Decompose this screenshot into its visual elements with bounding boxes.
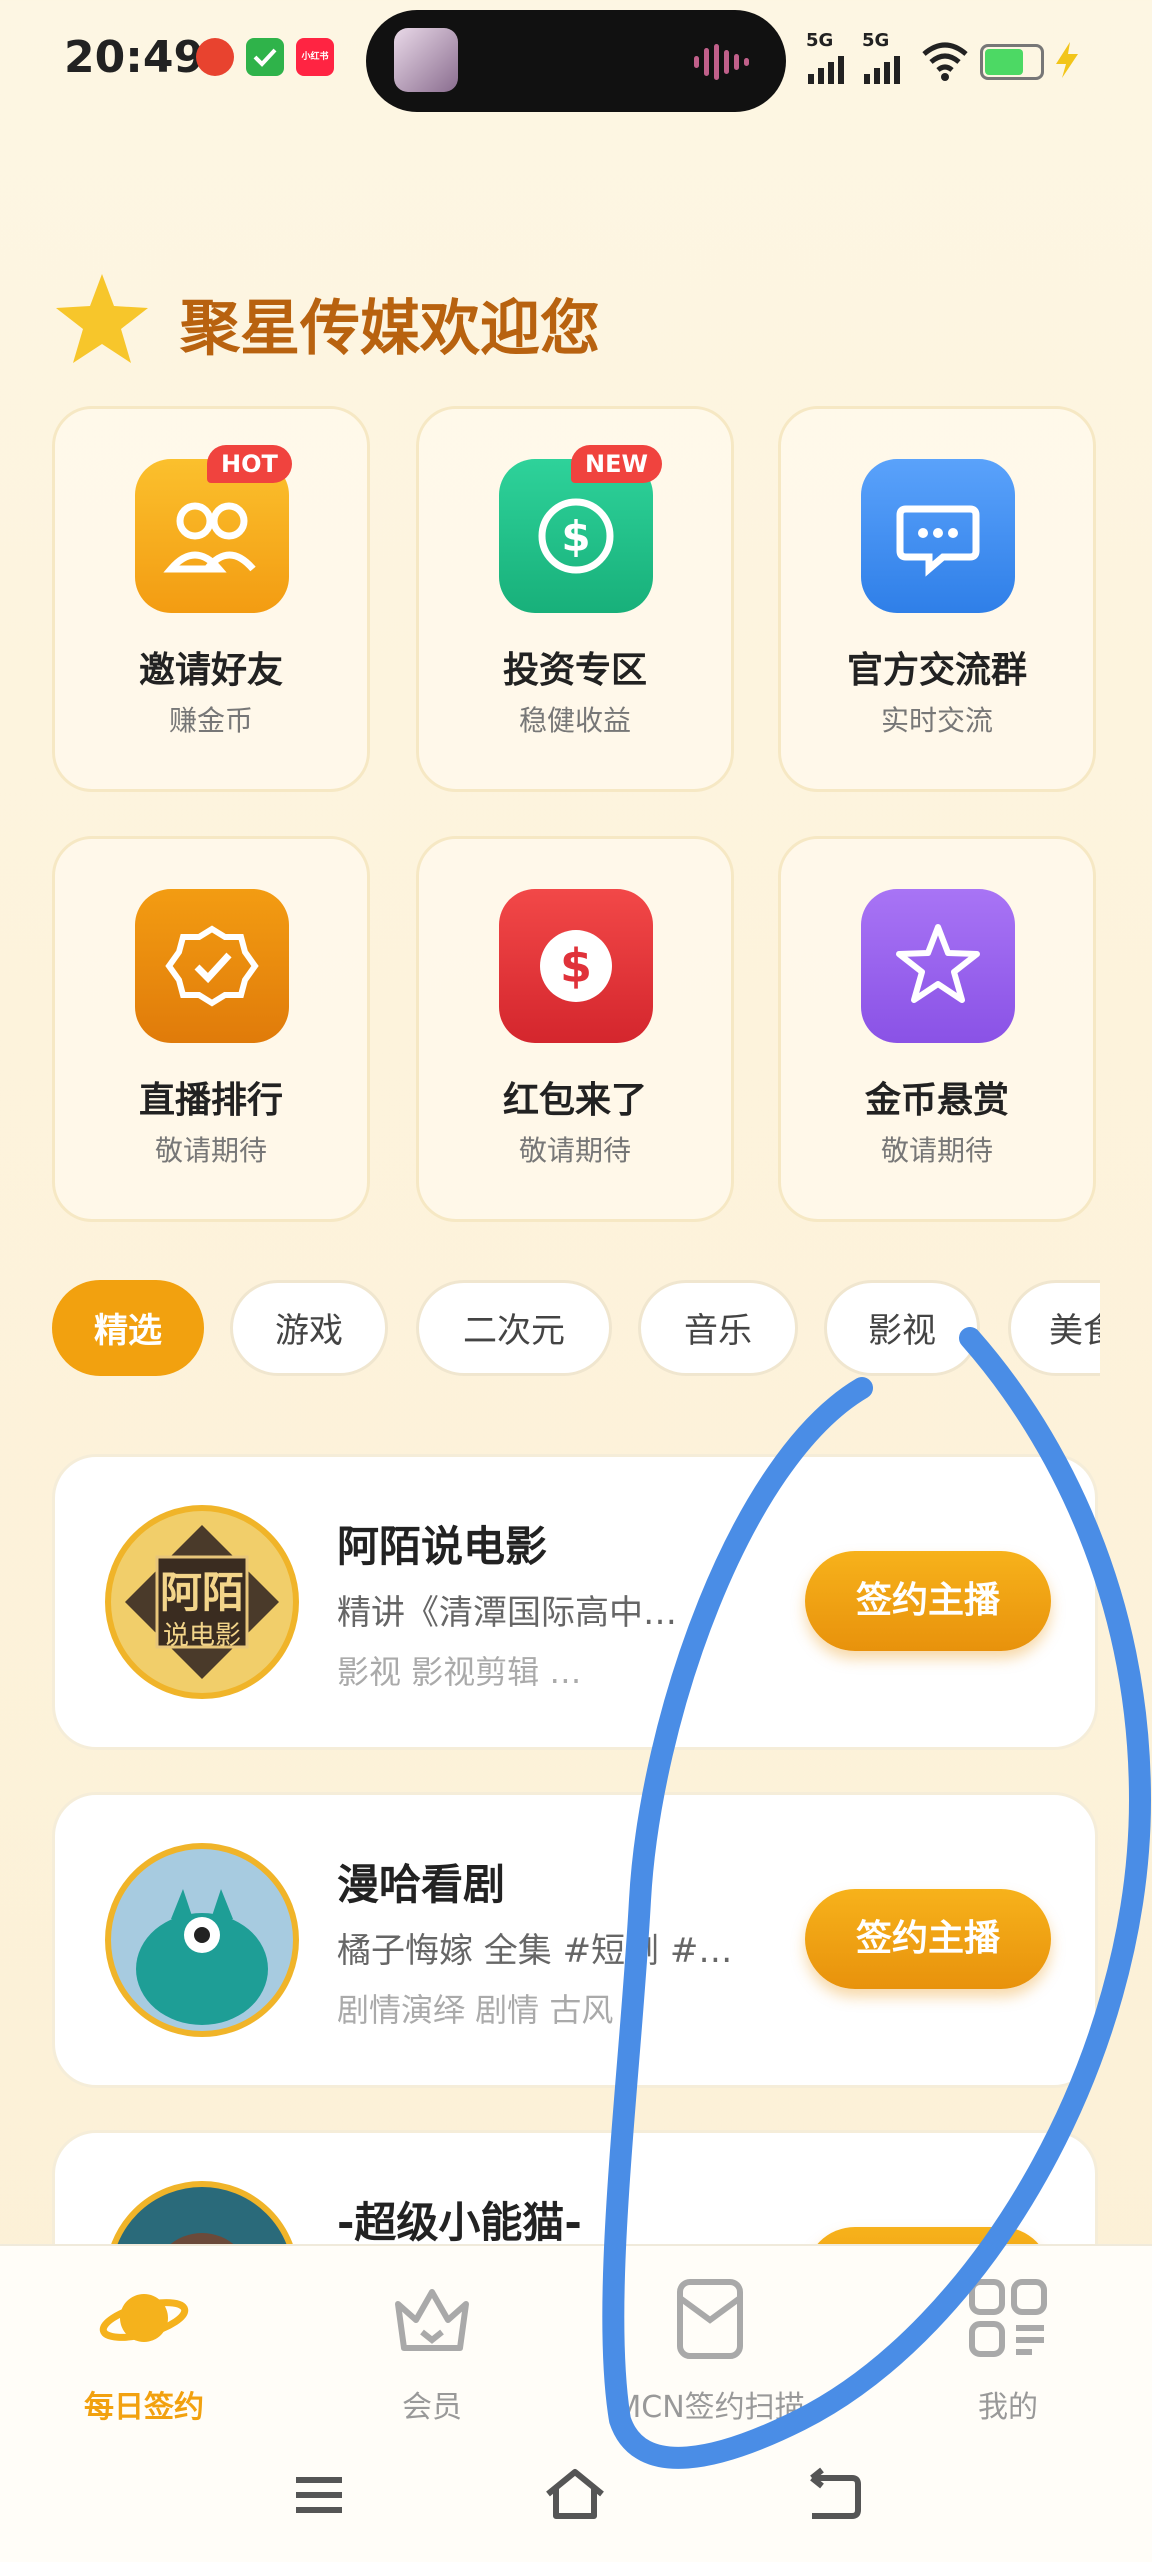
audio-wave-icon (694, 44, 749, 80)
sign-anchor-button[interactable]: 签约主播 (805, 1551, 1051, 1651)
feature-sub: 实时交流 (880, 704, 993, 737)
avatar (105, 1843, 299, 2037)
nav-label: 我的 (978, 2390, 1038, 2425)
anchor-card[interactable]: 阿陌 说电影 阿陌说电影 精讲《清潭国际高中… 影视 影视剪辑 … 签约主播 (52, 1454, 1098, 1750)
tab-film[interactable]: 影视 (824, 1280, 980, 1376)
nav-daily-sign[interactable]: 每日签约 (34, 2270, 254, 2426)
red-packet-dollar-icon: $ (499, 889, 653, 1043)
home-icon[interactable] (540, 2460, 610, 2530)
tab-featured[interactable]: 精选 (52, 1280, 204, 1376)
system-nav-bar (0, 2450, 1152, 2550)
anchor-name: 阿陌说电影 (337, 1522, 548, 1571)
planet-icon (99, 2294, 189, 2342)
star-icon (56, 274, 148, 363)
avatar-text-1: 阿陌 (159, 1568, 244, 1617)
anchor-tags: 剧情演绎 剧情 古风 (337, 1991, 614, 2029)
chat-icon (861, 459, 1015, 613)
envelope-icon (677, 2279, 743, 2359)
network-label-2: 5G (862, 30, 890, 51)
check-notification-icon (246, 38, 284, 76)
feature-sub: 敬请期待 (518, 1134, 631, 1167)
feature-card-ranking[interactable]: 直播排行 敬请期待 (52, 836, 370, 1222)
back-icon[interactable] (798, 2460, 868, 2530)
sign-anchor-button[interactable]: 签约主播 (805, 1889, 1051, 1989)
app-notification-icon (196, 38, 234, 76)
battery-icon (980, 44, 1044, 80)
nav-label: MCN签约扫描 (615, 2390, 805, 2425)
xiaohongshu-label: 小红书 (301, 52, 329, 62)
feature-card-invest[interactable]: $ NEW 投资专区 稳健收益 (416, 406, 734, 792)
feature-sub: 赚金币 (168, 704, 253, 737)
feature-card-red-packet[interactable]: $ 红包来了 敬请期待 (416, 836, 734, 1222)
feature-name: 直播排行 (138, 1080, 283, 1121)
grid-icon (969, 2279, 1047, 2357)
nav-mine[interactable]: 我的 (898, 2270, 1118, 2426)
charging-bolt-icon (1056, 42, 1078, 78)
star-outline-icon (861, 889, 1015, 1043)
nav-mcn-scan[interactable]: MCN签约扫描 (600, 2270, 820, 2426)
feature-sub: 敬请期待 (154, 1134, 267, 1167)
media-thumbnail[interactable] (394, 28, 458, 92)
nav-label: 每日签约 (84, 2390, 204, 2425)
network-label-1: 5G (806, 30, 834, 51)
nav-membership[interactable]: 会员 (322, 2270, 542, 2426)
anchor-tags: 影视 影视剪辑 … (337, 1653, 582, 1691)
feature-sub: 稳健收益 (518, 704, 631, 737)
hot-badge: HOT (207, 445, 292, 483)
wifi-icon (922, 42, 968, 81)
feature-sub: 敬请期待 (880, 1134, 993, 1167)
anchor-desc: 精讲《清潭国际高中… (337, 1593, 677, 1633)
svg-text:$: $ (560, 939, 592, 993)
dynamic-island[interactable] (366, 10, 786, 112)
anchor-card[interactable]: 漫哈看剧 橘子悔嫁 全集 #短剧 #… 剧情演绎 剧情 古风 签约主播 (52, 1792, 1098, 2088)
svg-text:$: $ (561, 512, 590, 561)
new-badge: NEW (571, 445, 662, 483)
menu-icon[interactable] (284, 2460, 354, 2530)
anchor-desc: 橘子悔嫁 全集 #短剧 #… (337, 1931, 733, 1971)
tab-food[interactable]: 美食 (1008, 1280, 1100, 1376)
crown-icon (395, 2289, 469, 2351)
feature-name: 官方交流群 (846, 650, 1027, 691)
status-bar: 20:49 小红书 5G 5G (0, 0, 1152, 130)
feature-name: 红包来了 (502, 1080, 647, 1121)
feature-name: 邀请好友 (138, 650, 283, 691)
anchor-name: -超级小能猫- (337, 2198, 582, 2247)
nav-label: 会员 (402, 2390, 462, 2425)
tab-games[interactable]: 游戏 (230, 1280, 388, 1376)
feature-name: 投资专区 (502, 650, 647, 691)
tab-food-clip: 美食 (1008, 1280, 1100, 1376)
avatar-text-2: 说电影 (162, 1621, 241, 1651)
tab-music[interactable]: 音乐 (638, 1280, 798, 1376)
feature-card-bounty[interactable]: 金币悬赏 敬请期待 (778, 836, 1096, 1222)
verified-badge-icon (135, 889, 289, 1043)
feature-card-invite[interactable]: HOT 邀请好友 赚金币 (52, 406, 370, 792)
tab-anime[interactable]: 二次元 (416, 1280, 612, 1376)
page-title: 聚星传媒欢迎您 (180, 294, 600, 364)
feature-card-group[interactable]: 官方交流群 实时交流 (778, 406, 1096, 792)
feature-name: 金币悬赏 (864, 1080, 1009, 1121)
xiaohongshu-notification-icon: 小红书 (296, 38, 334, 76)
status-time: 20:49 (64, 32, 205, 83)
avatar: 阿陌 说电影 (105, 1505, 299, 1699)
anchor-name: 漫哈看剧 (337, 1860, 506, 1909)
